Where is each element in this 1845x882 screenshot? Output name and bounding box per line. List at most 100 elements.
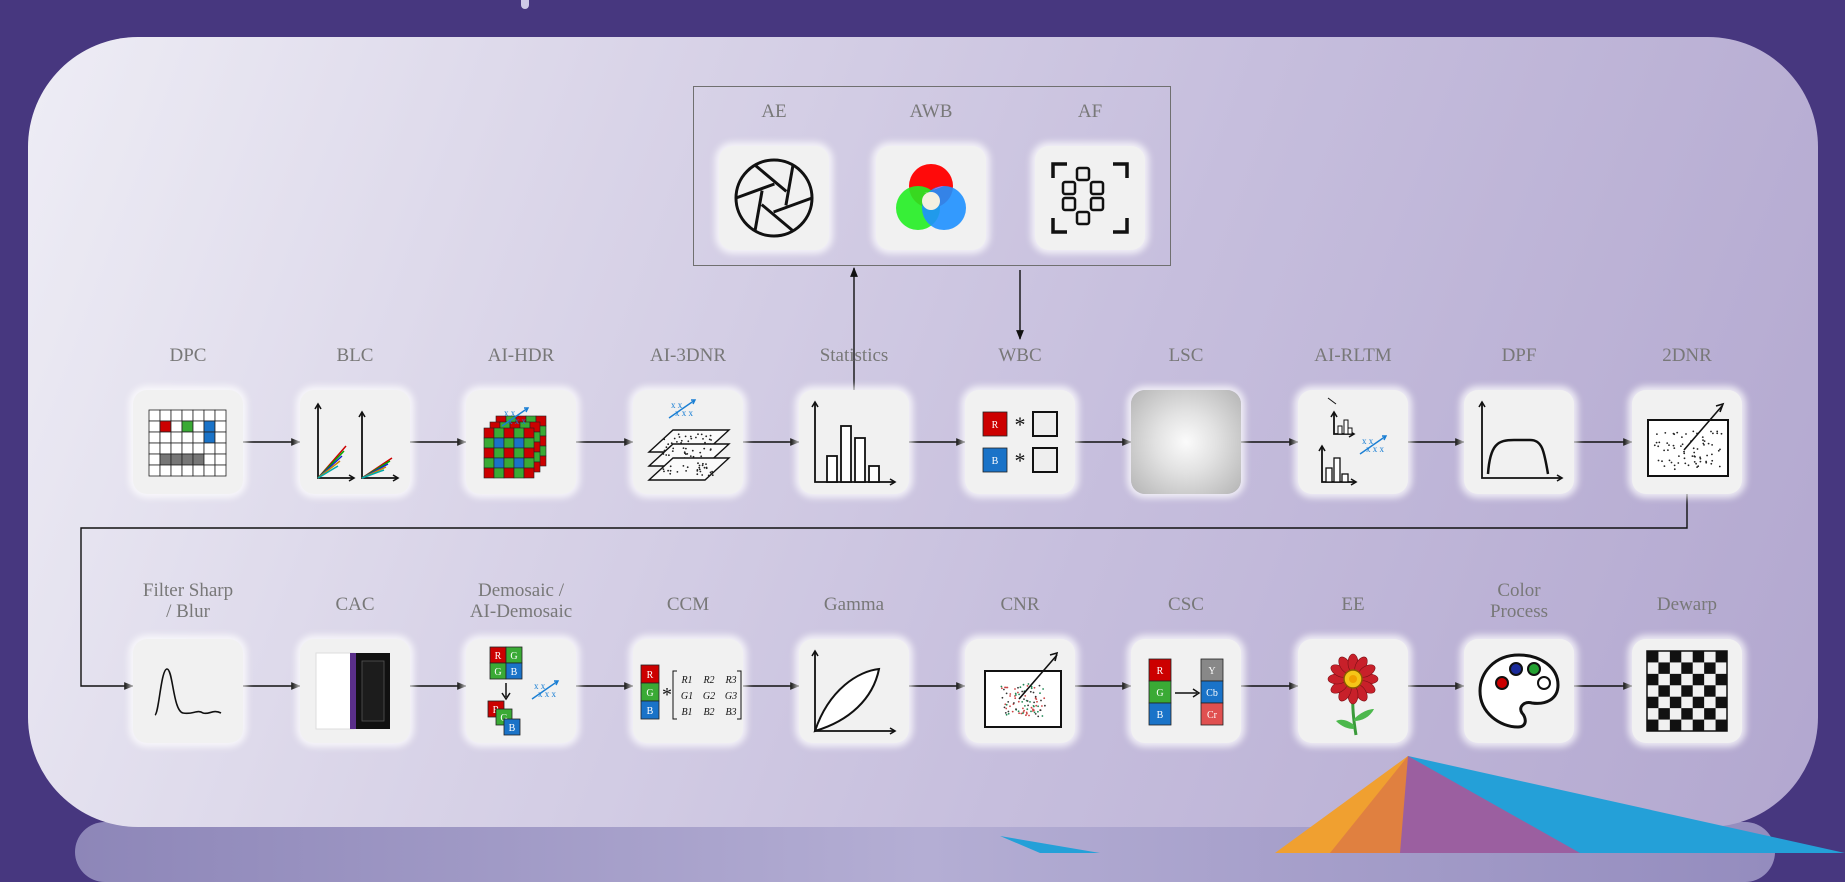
stage-label-ai-hdr: AI-HDR: [487, 345, 555, 366]
focus-frame-icon: [1051, 162, 1129, 234]
vector-axes-icon: [314, 402, 400, 482]
stage-label-ae: AE: [761, 101, 787, 122]
noise-box-icon: [1647, 402, 1729, 477]
svg-text:G: G: [1156, 688, 1163, 699]
stage-label-awb: AWB: [909, 101, 953, 122]
color-fringe-icon: [315, 652, 390, 730]
stage-tile-awb: [876, 146, 986, 250]
flower-icon: [1327, 653, 1379, 736]
stage-tile-dpc: [133, 390, 243, 494]
filter-curve-icon: [1478, 400, 1564, 482]
stage-label-demosaic-ai-demosaic: Demosaic / AI-Demosaic: [469, 580, 573, 622]
stage-tile-ae: [719, 146, 829, 250]
svg-text:Y: Y: [1208, 666, 1215, 677]
stage-tile-color-process: [1464, 639, 1574, 743]
svg-text:R: R: [992, 420, 999, 431]
svg-text:R2: R2: [702, 675, 714, 686]
svg-text:B3: B3: [725, 707, 736, 718]
stage-label-blc: BLC: [336, 345, 374, 366]
svg-text:B: B: [1157, 710, 1164, 721]
stage-label-color-process: Color Process: [1489, 580, 1549, 622]
svg-text:B: B: [509, 723, 516, 734]
stage-tile-csc: R G B Y Cb Cr: [1131, 639, 1241, 743]
stage-label-2dnr: 2DNR: [1662, 345, 1712, 366]
stage-tile-ccm: R G B * R1 R2 R3 G1 G2 G3 B1 B2 B3: [633, 639, 743, 743]
stage-label-dpc: DPC: [169, 345, 207, 366]
demosaic-icon: RGGBRGBx xx x x: [487, 646, 560, 736]
stage-label-ai-3dnr: AI-3DNR: [650, 345, 726, 366]
svg-text:B: B: [647, 706, 654, 717]
svg-text:G1: G1: [681, 691, 693, 702]
stage-label-ccm: CCM: [666, 594, 710, 615]
svg-text:B1: B1: [681, 707, 692, 718]
svg-text:x x x: x x x: [508, 416, 527, 426]
rb-gain-icon: R B * *: [982, 411, 1058, 473]
stage-label-ee: EE: [1341, 594, 1365, 615]
stage-tile-2dnr: [1632, 390, 1742, 494]
stage-tile-ee: [1298, 639, 1408, 743]
stage-label-dewarp: Dewarp: [1656, 594, 1718, 615]
stage-tile-lsc: [1131, 390, 1241, 494]
stage-label-csc: CSC: [1168, 594, 1204, 615]
svg-text:R: R: [1157, 666, 1164, 677]
stage-tile-blc: [300, 390, 410, 494]
color-matrix-icon: RGB * R1 R2 R3 G1 G2 G3 B1 B2 B3: [640, 664, 742, 720]
stage-tile-statistics: [799, 390, 909, 494]
rgb-circles-icon: [896, 164, 966, 230]
stage-label-filter-sharp-blur: Filter Sharp / Blur: [142, 580, 234, 622]
stacked-noise-layers-icon: x xx x x: [647, 399, 731, 481]
stage-tile-gamma: [799, 639, 909, 743]
stage-tile-ai-rltm: x xx x x: [1298, 390, 1408, 494]
stage-label-cac: CAC: [335, 594, 375, 615]
stage-label-lsc: LSC: [1168, 345, 1204, 366]
impulse-response-icon: [154, 668, 222, 716]
gamma-curve-icon: [811, 649, 897, 735]
stage-tile-cnr: [965, 639, 1075, 743]
svg-text:G: G: [510, 651, 517, 662]
svg-text:G3: G3: [725, 691, 737, 702]
svg-text:B: B: [992, 456, 999, 467]
tone-mapping-icon: x xx x x: [1318, 397, 1388, 486]
svg-text:x x x: x x x: [538, 689, 557, 699]
svg-text:*: *: [662, 684, 672, 706]
stage-label-statistics: Statistics: [819, 345, 889, 366]
aperture-icon: [734, 158, 814, 238]
svg-text:B: B: [511, 667, 518, 678]
svg-text:*: *: [1015, 412, 1026, 437]
stage-tile-filter-sharp-blur: [133, 639, 243, 743]
svg-text:Cb: Cb: [1206, 688, 1218, 699]
stage-tile-dpf: [1464, 390, 1574, 494]
stage-label-cnr: CNR: [1000, 594, 1040, 615]
stage-tile-af: [1035, 146, 1145, 250]
stacked-bayer-icon: x xx x x: [483, 407, 547, 479]
stage-tile-ai-hdr: x xx x x: [466, 390, 576, 494]
svg-text:R1: R1: [680, 675, 692, 686]
stage-label-wbc: WBC: [998, 345, 1042, 366]
svg-text:G: G: [494, 667, 501, 678]
checkerboard-icon: [1646, 650, 1728, 732]
svg-text:*: *: [1015, 448, 1026, 473]
svg-text:B2: B2: [703, 707, 714, 718]
vignette-icon: [1131, 390, 1241, 494]
svg-text:R: R: [647, 670, 654, 681]
stage-tile-demosaic-ai-demosaic: RGGBRGBx xx x x: [466, 639, 576, 743]
stage-tile-cac: [300, 639, 410, 743]
chroma-noise-icon: [984, 651, 1062, 728]
svg-text:G: G: [646, 688, 653, 699]
histogram-icon: [811, 400, 897, 486]
stage-tile-dewarp: [1632, 639, 1742, 743]
svg-text:x x x: x x x: [675, 408, 694, 418]
svg-text:x x x: x x x: [1366, 444, 1385, 454]
rgb-to-ycbcr-icon: RGB Y Cb Cr: [1148, 658, 1224, 726]
pixel-grid-icon: [148, 409, 227, 477]
stage-tile-wbc: R B * *: [965, 390, 1075, 494]
palette-icon: [1478, 653, 1560, 729]
stage-tile-ai-3dnr: x xx x x: [633, 390, 743, 494]
svg-text:Cr: Cr: [1207, 710, 1218, 721]
stage-label-ai-rltm: AI-RLTM: [1314, 345, 1392, 366]
stage-label-gamma: Gamma: [823, 594, 885, 615]
svg-text:G2: G2: [703, 691, 715, 702]
stage-label-dpf: DPF: [1501, 345, 1537, 366]
stage-label-af: AF: [1077, 101, 1103, 122]
svg-text:R3: R3: [724, 675, 736, 686]
